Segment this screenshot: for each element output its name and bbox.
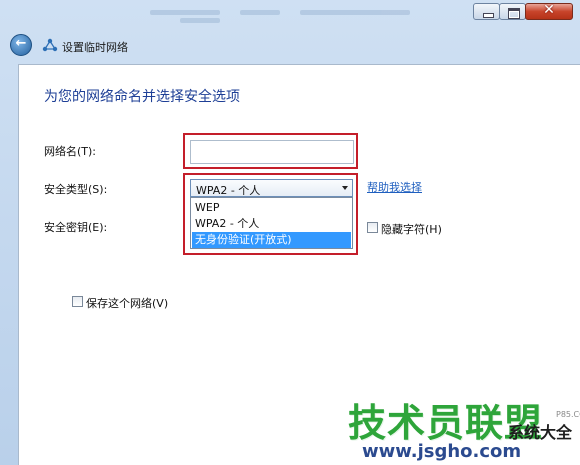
minimize-icon [483, 13, 494, 18]
security-type-select[interactable]: WPA2 - 个人 [190, 179, 353, 197]
hide-characters-label: 隐藏字符(H) [381, 223, 442, 236]
help-me-choose-link[interactable]: 帮助我选择 [367, 179, 422, 195]
back-button[interactable]: ← [10, 34, 32, 56]
wizard-header: ← 设置临时网络 [0, 28, 580, 64]
close-button[interactable]: ✕ [525, 2, 573, 20]
watermark: 技术员联盟 P85.COM 系统大全 www.jsgho.com [348, 392, 580, 465]
hide-characters-checkbox[interactable] [367, 222, 378, 233]
security-option-wep[interactable]: WEP [192, 200, 351, 216]
security-type-value: WPA2 - 个人 [196, 184, 261, 197]
network-name-label: 网络名(T): [44, 145, 97, 158]
watermark-tag: P85.COM [556, 410, 580, 419]
close-icon: ✕ [543, 2, 555, 18]
network-name-input[interactable] [190, 140, 354, 164]
save-network-checkbox[interactable] [72, 296, 83, 307]
maximize-button[interactable] [499, 3, 526, 20]
save-network-label: 保存这个网络(V) [86, 297, 169, 310]
back-arrow-icon: ← [15, 36, 27, 51]
security-option-open[interactable]: 无身份验证(开放式) [192, 232, 351, 248]
minimize-button[interactable] [473, 3, 500, 20]
window-title: 设置临时网络 [62, 41, 128, 54]
background-window-ghost [150, 4, 470, 26]
title-bar[interactable]: ✕ [0, 0, 580, 28]
security-key-label: 安全密钥(E): [44, 221, 108, 234]
network-icon [42, 38, 58, 52]
security-type-label: 安全类型(S): [44, 183, 108, 196]
chevron-down-icon [342, 186, 348, 190]
dialog-window: ✕ ← 设置临时网络 为您的网络命名并选择安全选项 网络名(T): 安全类型(S… [0, 0, 580, 465]
maximize-icon [508, 8, 520, 19]
page-heading: 为您的网络命名并选择安全选项 [44, 89, 240, 105]
security-type-dropdown: WEP WPA2 - 个人 无身份验证(开放式) [190, 197, 353, 249]
security-option-wpa2-personal[interactable]: WPA2 - 个人 [192, 216, 351, 232]
watermark-suffix: 系统大全 [508, 423, 573, 442]
watermark-url: www.jsgho.com [362, 441, 522, 462]
